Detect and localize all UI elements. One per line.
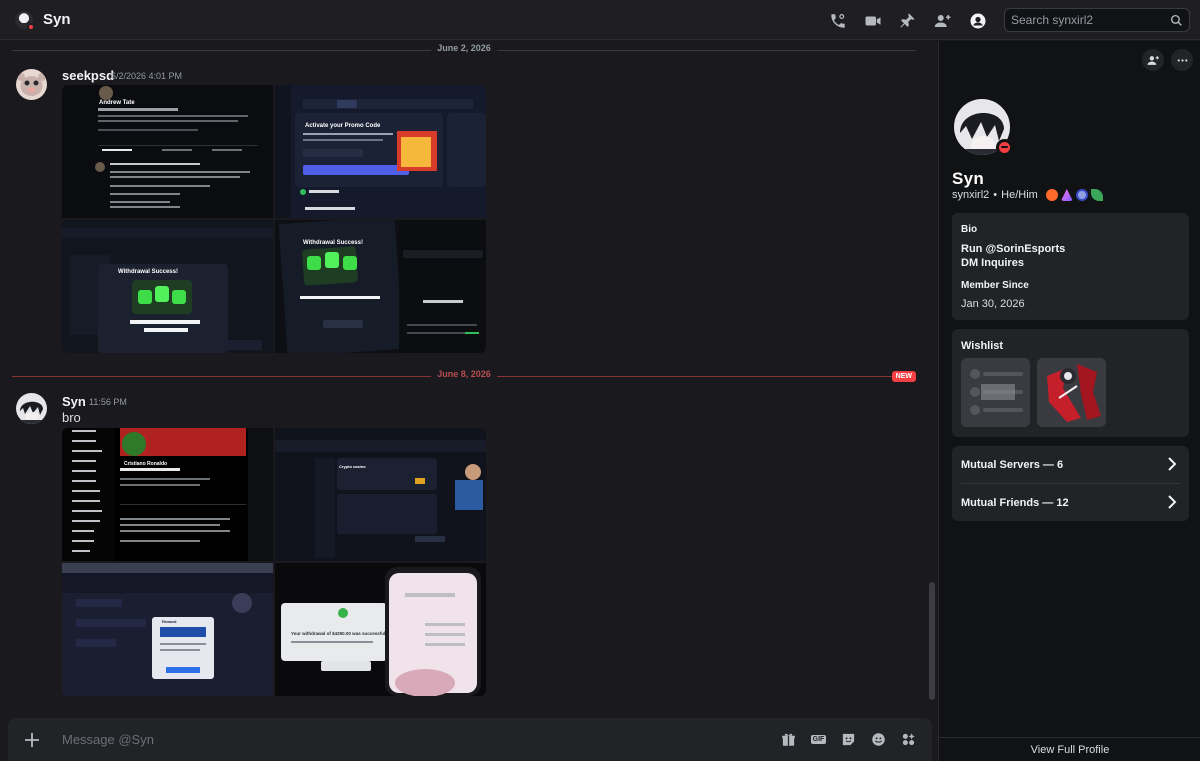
avatar[interactable] (16, 69, 47, 100)
search-input[interactable] (1011, 13, 1170, 27)
image-attachment[interactable]: Cristiano Ronaldo (62, 428, 273, 561)
image-attachment[interactable]: Withdrawal Success! (275, 220, 486, 353)
attachment-caption: Withdrawal Success! (303, 240, 363, 246)
scrollbar-thumb[interactable] (929, 582, 935, 700)
mutual-servers-row[interactable]: Mutual Servers — 6 (952, 446, 1189, 483)
attachment-caption: Withdrawal Success! (118, 269, 178, 275)
sticker-icon[interactable] (839, 731, 858, 748)
message-content: bro (62, 410, 81, 425)
composer-actions: GIF (779, 731, 918, 748)
message-input[interactable] (62, 732, 752, 747)
wishlist-label: Wishlist (961, 340, 1004, 352)
message-timestamp: 6/2/2026 4:01 PM (111, 71, 183, 81)
dnd-status-icon (996, 139, 1013, 156)
image-attachment[interactable]: Activate your Promo Code (275, 85, 486, 218)
pinned-messages-icon[interactable] (897, 10, 918, 31)
wishlist-item[interactable] (1037, 358, 1106, 427)
dm-avatar[interactable] (15, 10, 35, 31)
wishlist-card: Wishlist (952, 329, 1189, 437)
message-list[interactable]: June 2, 2026 seekpsd 6/2/2026 4:01 PM An… (0, 41, 938, 761)
member-since-date: Jan 30, 2026 (961, 298, 1025, 310)
nitro-badge-icon[interactable] (1060, 189, 1073, 201)
bio-card: Bio Run @SorinEsports DM Inquires Member… (952, 213, 1189, 320)
emoji-icon[interactable] (869, 731, 888, 748)
mutual-servers-label: Mutual Servers — 6 (961, 458, 1064, 471)
new-messages-divider: June 8, 2026 NEW (12, 369, 916, 382)
avatar[interactable] (16, 393, 47, 424)
dnd-status-dot (27, 22, 35, 31)
attachment-caption: Crypto casino (339, 464, 366, 469)
image-attachment-grid: Cristiano Ronaldo Crypto casino Reward Y… (62, 428, 486, 696)
hypesquad-badge-icon[interactable] (1045, 189, 1058, 201)
date-divider-label: June 8, 2026 (431, 369, 497, 379)
image-attachment[interactable]: Crypto casino (275, 428, 486, 561)
bio-label: Bio (961, 224, 978, 235)
mutual-friends-row[interactable]: Mutual Friends — 12 (952, 484, 1189, 521)
more-options-button[interactable] (1171, 49, 1193, 71)
date-divider-label: June 2, 2026 (431, 43, 497, 53)
plus-icon (25, 732, 39, 747)
upload-plus-button[interactable] (16, 724, 48, 756)
image-attachment-grid: Andrew Tate Activate your Promo Code Wit… (62, 85, 486, 353)
view-full-profile-button[interactable]: View Full Profile (939, 737, 1200, 761)
image-attachment[interactable]: Andrew Tate (62, 85, 273, 218)
wishlist-item[interactable] (961, 358, 1030, 427)
user-profile-toggle-icon[interactable] (967, 10, 988, 31)
user-profile-panel: Syn synxirl2 • He/Him Bio Run @SorinEspo… (938, 41, 1200, 761)
message-author[interactable]: seekpsd (62, 68, 114, 83)
top-bar: Syn (0, 0, 1200, 40)
attachment-caption: Cristiano Ronaldo (124, 461, 167, 467)
chevron-right-icon (1168, 495, 1177, 509)
search-icon (1170, 14, 1182, 26)
message-timestamp: 11:56 PM (89, 397, 127, 407)
profile-display-name: Syn (952, 169, 985, 188)
separator-dot: • (993, 189, 998, 201)
member-since-label: Member Since (961, 280, 1029, 291)
profile-badges (1045, 189, 1103, 201)
new-badge: NEW (891, 371, 916, 382)
app-window: Syn June 2, 2026 (0, 0, 1200, 761)
voice-call-icon[interactable] (827, 10, 848, 31)
profile-handle-row: synxirl2 • He/Him (952, 189, 1103, 201)
attachment-caption: Activate your Promo Code (305, 123, 381, 129)
boost-badge-icon[interactable] (1075, 189, 1088, 201)
gif-icon[interactable]: GIF (809, 731, 828, 748)
dm-title[interactable]: Syn (43, 11, 71, 28)
message-composer: GIF (8, 718, 932, 761)
video-call-icon[interactable] (862, 10, 883, 31)
quest-badge-icon[interactable] (1090, 189, 1103, 201)
image-attachment[interactable]: Withdrawal Success! (62, 220, 273, 353)
add-friend-icon (1147, 55, 1159, 65)
more-dots-icon (1177, 58, 1187, 62)
profile-username[interactable]: synxirl2 (952, 189, 989, 201)
header-actions (827, 10, 988, 31)
image-attachment[interactable]: Your withdrawal of $4250.00 was successf… (275, 563, 486, 696)
bio-line: Run @SorinEsports (961, 243, 1066, 255)
image-attachment[interactable]: Reward (62, 563, 273, 696)
date-divider: June 2, 2026 (12, 43, 916, 53)
apps-icon[interactable] (899, 731, 918, 748)
mutual-friends-label: Mutual Friends — 12 (961, 496, 1069, 509)
attachment-caption: Your withdrawal of $4250.00 was successf… (291, 631, 385, 636)
search-box[interactable] (1004, 8, 1190, 32)
attachment-caption: Andrew Tate (99, 100, 135, 106)
bio-line: DM Inquires (961, 257, 1024, 269)
message-author[interactable]: Syn (62, 394, 86, 409)
mutuals-card: Mutual Servers — 6 Mutual Friends — 12 (952, 446, 1189, 521)
add-friends-to-dm-icon[interactable] (932, 10, 953, 31)
profile-pronouns: He/Him (1001, 189, 1038, 201)
add-friend-button[interactable] (1142, 49, 1164, 71)
gift-icon[interactable] (779, 731, 798, 748)
attachment-caption: Reward (162, 619, 177, 624)
chevron-right-icon (1168, 457, 1177, 471)
